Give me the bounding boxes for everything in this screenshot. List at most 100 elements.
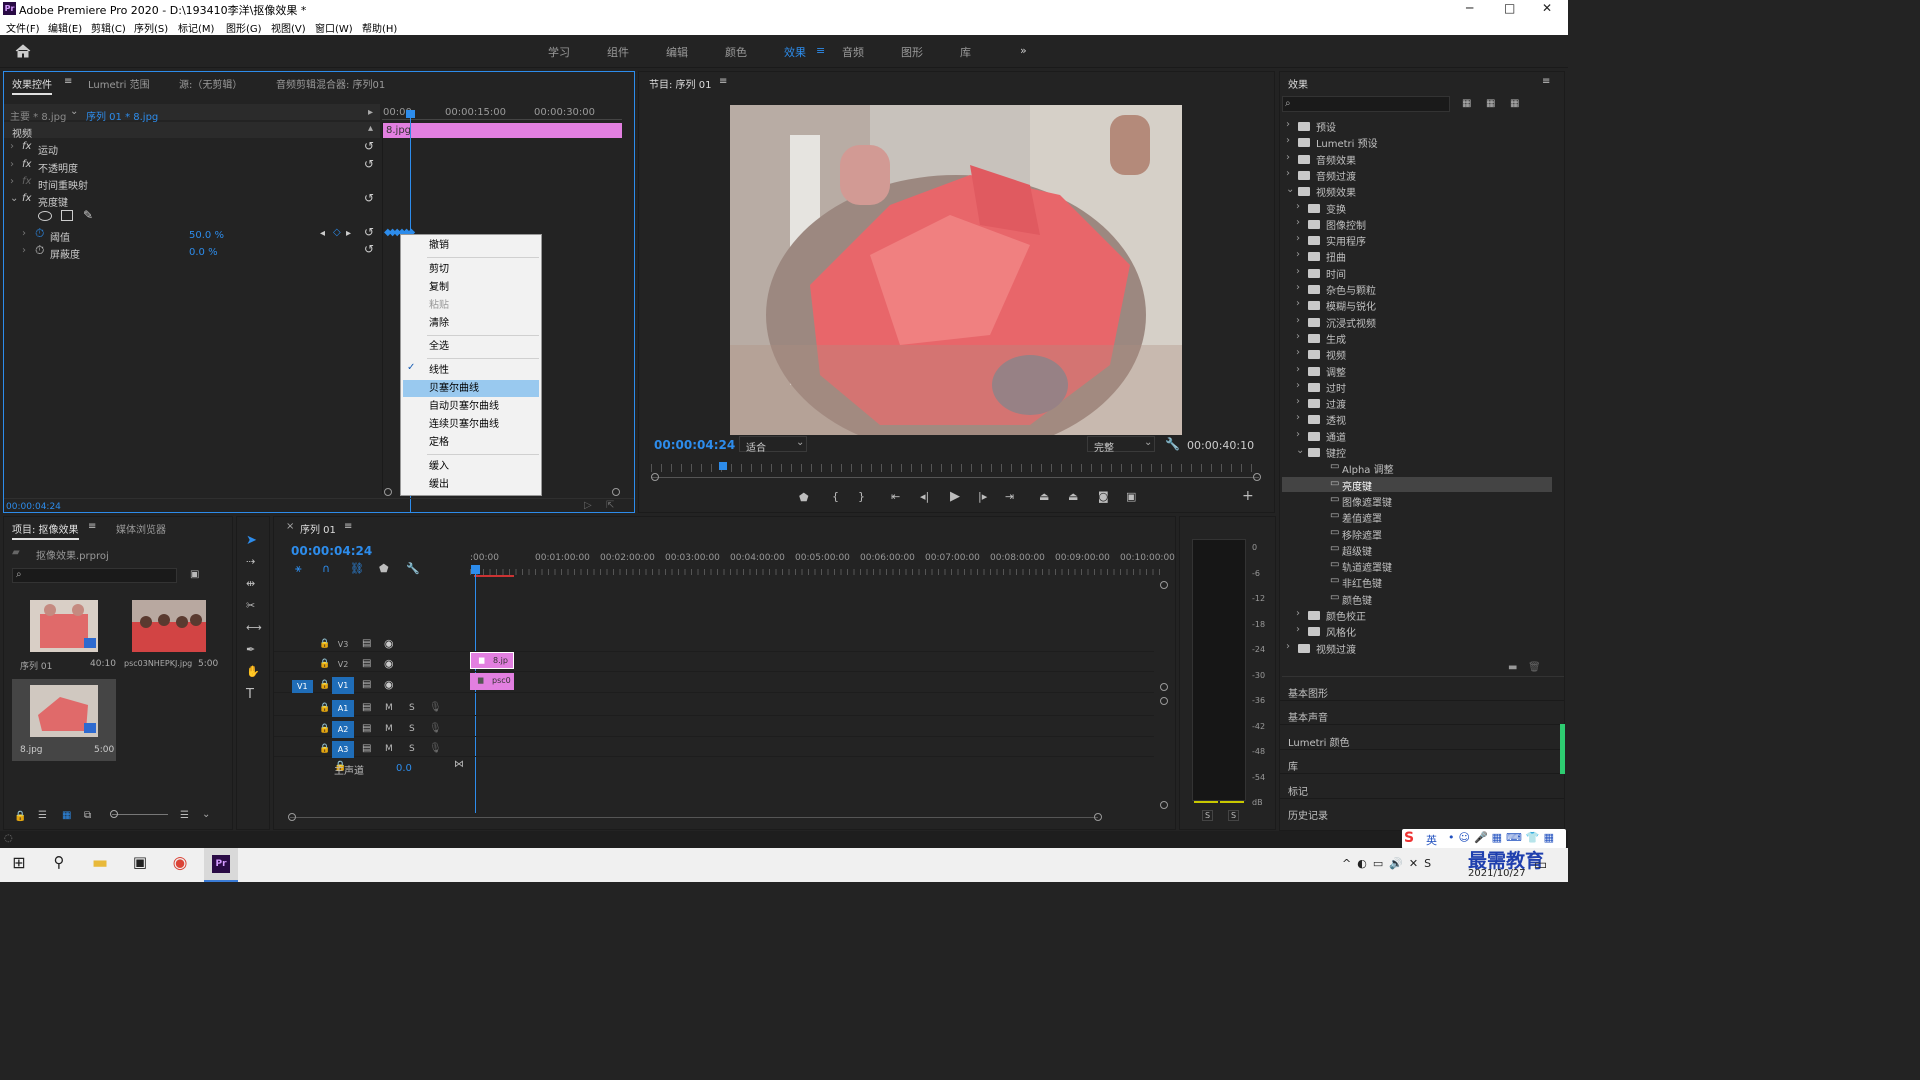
expand-arrow-icon[interactable]: › [10, 176, 14, 187]
menu-cut[interactable]: 剪切 [429, 261, 449, 278]
track-target-A3[interactable]: A3 [332, 741, 354, 758]
eye-icon[interactable]: ◉ [384, 678, 394, 691]
expand-arrow-icon[interactable]: › [1296, 298, 1300, 309]
expand-arrow-icon[interactable]: › [1296, 233, 1300, 244]
lock-icon[interactable]: 🔒 [319, 639, 330, 649]
ripple-edit-tool-icon[interactable]: ⇹ [246, 577, 255, 590]
lock-icon[interactable]: 🔒 [319, 703, 330, 713]
video-effect-folder-0[interactable]: 变换 [1326, 201, 1346, 216]
hscroll-handle-left[interactable] [288, 813, 296, 821]
mute-icon[interactable]: M [385, 744, 393, 754]
expand-arrow-icon[interactable]: › [1286, 119, 1290, 130]
menu-ease-out[interactable]: 缓出 [429, 476, 449, 493]
menu-auto-bezier[interactable]: 自动贝塞尔曲线 [429, 398, 499, 415]
stopwatch-icon[interactable]: ⏱ [35, 243, 44, 258]
sync-lock-icon[interactable]: ▤ [362, 743, 371, 754]
zoom-handle-right[interactable] [612, 488, 620, 496]
hscroll-handle-right[interactable] [1094, 813, 1102, 821]
expand-arrow-icon[interactable]: › [1286, 641, 1290, 652]
nest-icon[interactable]: ⚹ [295, 562, 302, 576]
zoom-select[interactable]: 适合 ⌄ [739, 436, 807, 454]
sogou-logo-icon[interactable]: S [1404, 830, 1414, 846]
tab-menu-icon[interactable]: ≡ [64, 76, 72, 87]
sync-lock-icon[interactable]: ▤ [362, 723, 371, 734]
menu-clip[interactable]: 剪辑(C) [91, 20, 126, 35]
expand-arrow-icon[interactable]: › [1296, 380, 1300, 391]
vscroll-handle[interactable] [1160, 581, 1168, 589]
panel-libraries[interactable]: 库 [1288, 758, 1298, 773]
expand-arrow-icon[interactable]: › [1296, 201, 1300, 212]
reset-icon[interactable]: ↺ [364, 157, 374, 171]
vscroll-handle[interactable] [1160, 801, 1168, 809]
keying-effect-5[interactable]: 超级键 [1342, 543, 1372, 558]
lock-icon[interactable]: 🔒 [319, 680, 330, 690]
slip-tool-icon[interactable]: ⟷ [246, 621, 262, 634]
workspace-graphics[interactable]: 图形 [901, 44, 923, 60]
linked-selection-icon[interactable]: ⛓ [350, 562, 364, 575]
compare-view-icon[interactable]: ▣ [1126, 490, 1136, 503]
eye-icon[interactable]: ◉ [384, 637, 394, 650]
pen-mask-icon[interactable]: ✎ [83, 208, 93, 222]
microphone-icon[interactable]: 🎙 [429, 723, 442, 734]
keying-effect-2[interactable]: 图像遮罩键 [1342, 494, 1392, 509]
collapse-arrow-icon[interactable]: ⌄ [10, 193, 18, 204]
timeline-settings-wrench-icon[interactable]: 🔧 [406, 562, 420, 575]
new-bin-icon[interactable]: ▬ [1508, 662, 1517, 673]
panel-essential-graphics[interactable]: 基本图形 [1288, 685, 1328, 700]
expand-arrow-icon[interactable]: › [22, 245, 26, 256]
tab-media-browser[interactable]: 媒体浏览器 [116, 521, 166, 536]
fx-badge-icon[interactable]: fx [22, 193, 31, 204]
solo-icon[interactable]: S [409, 724, 415, 734]
reset-icon[interactable]: ↺ [364, 242, 374, 256]
mark-in-icon[interactable]: { [832, 490, 839, 503]
menu-edit[interactable]: 编辑(E) [48, 20, 82, 35]
video-effect-folder-9[interactable]: 视频 [1326, 347, 1346, 362]
next-keyframe-icon[interactable]: ▸ [346, 228, 351, 239]
play-icon[interactable]: ▶ [950, 489, 960, 504]
track-target-V3[interactable]: V3 [332, 636, 354, 653]
expand-arrow-icon[interactable]: › [1296, 624, 1300, 635]
go-to-out-icon[interactable]: ⋈ [454, 759, 464, 770]
chrome-icon[interactable]: ◉ [167, 853, 193, 877]
video-transitions-folder[interactable]: 视频过渡 [1316, 641, 1356, 656]
scroll-handle-right[interactable] [1253, 473, 1261, 481]
video-effect-folder-13[interactable]: 透视 [1326, 412, 1346, 427]
source-patch-v1[interactable]: V1 [292, 680, 313, 693]
program-video-frame[interactable] [730, 105, 1182, 435]
lock-icon[interactable]: 🔒 [319, 724, 330, 734]
menu-undo[interactable]: 撤销 [429, 237, 449, 254]
keying-effect-4[interactable]: 移除遮罩 [1342, 527, 1382, 542]
sync-lock-icon[interactable]: ▤ [362, 658, 371, 669]
keying-effect-8[interactable]: 颜色键 [1342, 592, 1372, 607]
expand-arrow-icon[interactable]: › [1296, 266, 1300, 277]
expand-arrow-icon[interactable]: › [1286, 135, 1290, 146]
track-target-V2[interactable]: V2 [332, 656, 354, 673]
keying-effect-7[interactable]: 非红色键 [1342, 575, 1382, 590]
expand-arrow-icon[interactable]: › [1296, 249, 1300, 260]
expand-arrow-icon[interactable]: › [1296, 315, 1300, 326]
workspace-editing[interactable]: 编辑 [666, 44, 688, 60]
timeline-current-time[interactable]: 00:00:04:24 [291, 544, 372, 558]
ec-clip-bar[interactable]: 8.jpg [382, 123, 622, 138]
scrollbar-thumb[interactable] [1560, 724, 1565, 774]
menu-bezier[interactable]: 贝塞尔曲线 [429, 380, 479, 397]
ec-playhead-handle[interactable] [406, 110, 415, 118]
effects-search-input[interactable]: ⌕ [1282, 96, 1450, 112]
add-keyframe-icon[interactable]: ◇ [333, 227, 341, 238]
hand-tool-icon[interactable]: ✋ [246, 665, 260, 678]
expand-arrow-icon[interactable]: › [1296, 364, 1300, 375]
notifications-icon[interactable]: ▭ [1534, 857, 1547, 873]
reset-icon[interactable]: ↺ [364, 139, 374, 153]
track-select-tool-icon[interactable]: ⇢ [246, 555, 255, 568]
video-effect-folder-14[interactable]: 通道 [1326, 429, 1346, 444]
menu-file[interactable]: 文件(F) [6, 20, 40, 35]
item-8jpg-name[interactable]: 8.jpg [20, 745, 43, 755]
track-target-A1[interactable]: A1 [332, 700, 354, 717]
fx-badge-icon[interactable]: fx [22, 159, 31, 170]
video-effect-folder-12[interactable]: 过渡 [1326, 396, 1346, 411]
expand-arrow-icon[interactable]: › [1286, 152, 1290, 163]
program-monitor-title[interactable]: 节目: 序列 01 [649, 76, 711, 91]
menu-sequence[interactable]: 序列(S) [134, 20, 168, 35]
workspace-effects[interactable]: 效果 [784, 44, 806, 60]
video-effect-folder-3[interactable]: 扭曲 [1326, 249, 1346, 264]
